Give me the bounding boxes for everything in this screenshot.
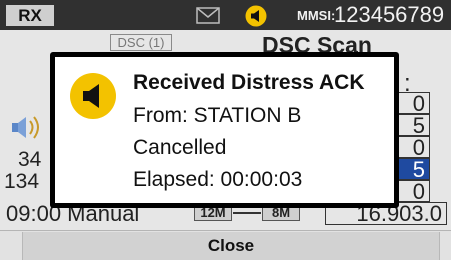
- dialog-from: From: STATION B: [133, 104, 302, 127]
- dialog-body: Received Distress ACK From: STATION B Ca…: [55, 57, 394, 203]
- button-bar: Close: [0, 230, 451, 260]
- mmsi-value: 123456789: [334, 2, 445, 27]
- dialog-title: Received Distress ACK: [133, 71, 365, 94]
- range-connector: [233, 212, 261, 214]
- envelope-icon: [196, 7, 220, 24]
- dialog-status: Cancelled: [133, 136, 227, 159]
- speaker-alert-icon: [70, 73, 116, 119]
- volume-icon: [12, 116, 39, 139]
- channel-value: 134: [4, 170, 40, 193]
- rx-badge: RX: [6, 5, 54, 26]
- close-button[interactable]: Close: [22, 232, 440, 260]
- dialog-elapsed: Elapsed: 00:00:03: [133, 168, 303, 191]
- dsc-count-tag: DSC (1): [110, 34, 172, 51]
- mmsi-label: MMSI:: [297, 8, 336, 23]
- distress-ack-dialog: Received Distress ACK From: STATION B Ca…: [50, 52, 399, 208]
- speaker-icon: [245, 5, 267, 27]
- radio-screen: RX MMSI: 123456789 DSC (1) DSC Scan : 0 …: [0, 0, 451, 260]
- status-bar: RX MMSI: 123456789: [0, 0, 451, 30]
- channel-value: 34: [18, 148, 42, 171]
